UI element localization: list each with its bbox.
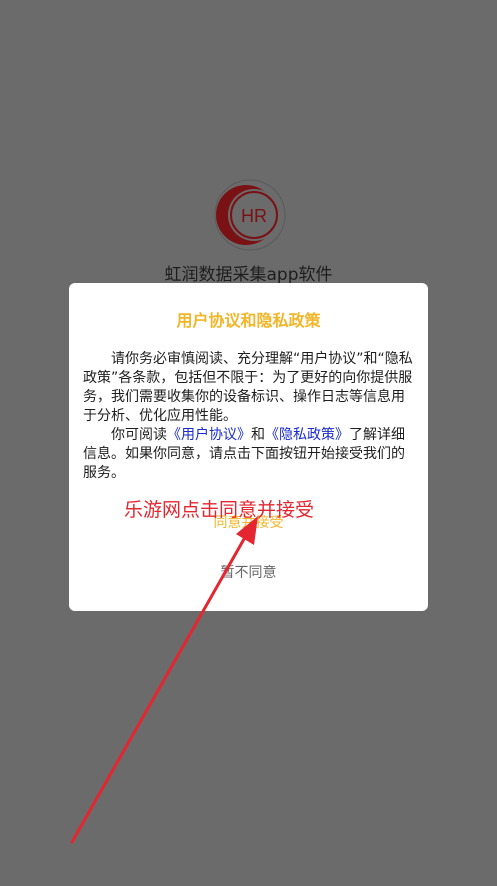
- logo-text: HR: [241, 206, 267, 226]
- user-agreement-link[interactable]: 《用户协议》: [167, 427, 251, 443]
- paragraph-2-and: 和: [251, 427, 265, 443]
- dialog-body: 请你务必审慎阅读、充分理解“用户协议”和“隐私政策”各条款，包括但不限于：为了更…: [83, 350, 416, 483]
- dialog-title: 用户协议和隐私政策: [176, 311, 321, 330]
- dialog-paragraph-1: 请你务必审慎阅读、充分理解“用户协议”和“隐私政策”各条款，包括但不限于：为了更…: [83, 351, 413, 424]
- app-name: 虹润数据采集app软件: [164, 265, 333, 285]
- privacy-dialog: 用户协议和隐私政策 请你务必审慎阅读、充分理解“用户协议”和“隐私政策”各条款，…: [69, 283, 428, 611]
- app-logo-icon: HR: [214, 179, 286, 251]
- dialog-paragraph-2: 你可阅读《用户协议》和《隐私政策》了解详细信息。如果你同意，请点击下面按钮开始接…: [83, 426, 416, 483]
- annotation-text: 乐游网点击同意并接受: [124, 499, 315, 521]
- privacy-policy-link[interactable]: 《隐私政策》: [265, 427, 349, 443]
- paragraph-2-intro: 你可阅读: [111, 427, 167, 443]
- disagree-button[interactable]: 暂不同意: [69, 558, 428, 588]
